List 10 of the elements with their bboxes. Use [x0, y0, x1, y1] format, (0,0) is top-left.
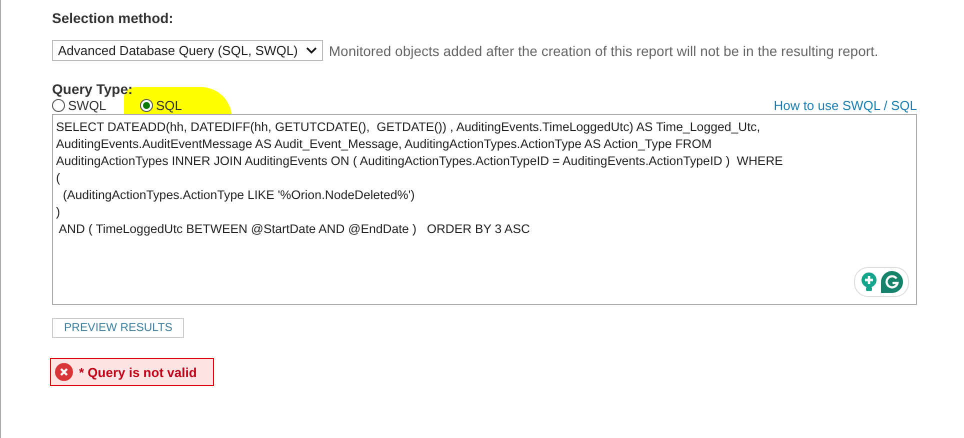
query-field[interactable]: SELECT DATEADD(hh, DATEDIFF(hh, GETUTCDATE(), GETDATE()) , AuditingEvents.TimeLoggedUtc) AS Time_Logged_Utc, AuditingEvents.AuditEventMessage AS Audit_Event_Message, AuditingActionTypes.ActionType AS Action_Type FROM AuditingActionTypes INNER JOIN AuditingEvents ON ( AuditingActionTypes.ActionTypeID = AuditingEvents.ActionTypeID ) WHERE ( (AuditingActionTypes.ActionType LIKE '%Orion.NodeDeleted%') ) AND ( TimeLoggedUtc BETWEEN @StartDate AND @EndDate ) ORDER BY 3 ASC — [52, 114, 917, 305]
selection-method-dropdown[interactable]: Advanced Database Query (SQL, SWQL) — [52, 40, 323, 61]
selection-note: Monitored objects added after the creation of this report will not be in the resulting report. — [328, 42, 878, 58]
help-link[interactable]: How to use SWQL / SQL — [774, 98, 917, 113]
preview-results-button[interactable]: PREVIEW RESULTS — [52, 318, 184, 338]
query-type-label: Query Type: — [52, 81, 134, 97]
radio-option[interactable]: SQL — [140, 98, 228, 113]
error-message: * Query is not valid — [50, 358, 214, 386]
radio-option[interactable]: SWQL — [52, 98, 140, 113]
selection-method-label: Selection method: — [52, 10, 174, 26]
